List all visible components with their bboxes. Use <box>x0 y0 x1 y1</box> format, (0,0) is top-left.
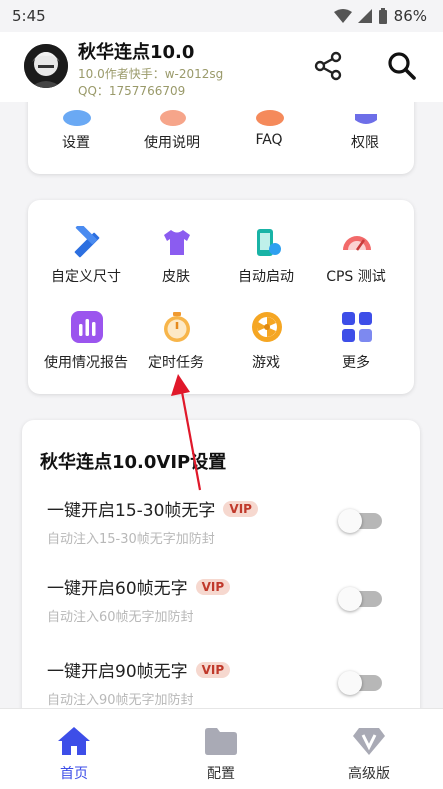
settings-label: 设置 <box>62 135 90 151</box>
scheduled-task-label: 定时任务 <box>148 355 204 371</box>
vip-option-desc: 自动注入15-30帧无字加防封 <box>47 532 215 547</box>
battery-icon <box>378 8 387 24</box>
app-title: 秋华连点10.0 <box>78 42 195 63</box>
stopwatch-icon <box>164 312 190 342</box>
vip-settings-card: 秋华连点10.0VIP设置 一键开启15-30帧无字 VIP 自动注入15-30… <box>22 420 420 740</box>
bar-chart-icon <box>71 311 103 343</box>
ruler-pencil-icon <box>74 226 100 258</box>
vip-option-toggle[interactable] <box>338 509 382 533</box>
custom-size-item[interactable]: 自定义尺寸 <box>38 222 134 288</box>
app-header: 秋华连点10.0 10.0作者快手：w-2012sg QQ：1757766709 <box>0 32 443 102</box>
nav-config[interactable]: 配置 <box>161 709 281 789</box>
tshirt-icon <box>164 230 190 255</box>
avatar-image <box>24 44 68 88</box>
home-icon <box>58 727 90 755</box>
vip-badge: VIP <box>195 661 231 678</box>
custom-size-label: 自定义尺寸 <box>51 269 121 285</box>
skin-item[interactable]: 皮肤 <box>128 222 224 288</box>
usage-report-item[interactable]: 使用情况报告 <box>38 310 134 376</box>
red-arrow-annotation <box>171 374 202 491</box>
author-info: 10.0作者快手：w-2012sg <box>78 67 224 81</box>
permission-label: 权限 <box>351 135 379 151</box>
battery-level: 86% <box>393 7 427 25</box>
faq-label: FAQ <box>255 132 283 148</box>
folder-icon <box>205 728 237 755</box>
vip-option-title: 一键开启60帧无字 VIP <box>47 574 231 599</box>
vip-badge: VIP <box>195 578 231 595</box>
more-label: 更多 <box>342 355 370 371</box>
auto-start-label: 自动启动 <box>238 269 294 285</box>
game-label: 游戏 <box>252 355 280 371</box>
diamond-v-icon <box>353 728 385 755</box>
phone-launch-icon <box>257 229 281 256</box>
status-icons: 86% <box>333 7 427 25</box>
status-time: 5:45 <box>12 7 46 25</box>
usage-report-label: 使用情况报告 <box>44 355 128 371</box>
vip-option-label: 一键开启60帧无字 <box>47 579 188 599</box>
nav-home-label: 首页 <box>60 766 88 782</box>
vip-option-desc: 自动注入90帧无字加防封 <box>47 693 194 708</box>
more-grid-icon <box>342 312 372 342</box>
vip-option-title: 一键开启90帧无字 VIP <box>47 657 231 682</box>
cps-test-label: CPS 测试 <box>326 269 386 285</box>
game-item[interactable]: 游戏 <box>218 310 314 376</box>
search-icon <box>388 52 416 80</box>
status-bar: 5:45 86% <box>0 0 443 32</box>
toggle-knob <box>338 587 362 611</box>
vip-option-label: 一键开启90帧无字 <box>47 662 188 682</box>
signal-icon <box>357 9 372 23</box>
manual-label: 使用说明 <box>144 135 200 151</box>
scheduled-task-item[interactable]: 定时任务 <box>128 310 224 376</box>
vip-option-toggle[interactable] <box>338 671 382 695</box>
bottom-navigation: 首页 配置 高级版 <box>0 708 443 789</box>
nav-home[interactable]: 首页 <box>14 709 134 789</box>
game-wheel-icon <box>252 312 282 342</box>
vip-option-desc: 自动注入60帧无字加防封 <box>47 610 194 625</box>
auto-start-item[interactable]: 自动启动 <box>218 222 314 288</box>
nav-premium[interactable]: 高级版 <box>309 709 429 789</box>
vip-option-toggle[interactable] <box>338 587 382 611</box>
vip-badge: VIP <box>223 500 258 517</box>
toggle-knob <box>338 509 362 533</box>
cps-test-item[interactable]: CPS 测试 <box>308 222 404 288</box>
toggle-knob <box>338 671 362 695</box>
nav-config-label: 配置 <box>207 766 235 782</box>
tools-card: 自定义尺寸 皮肤 自动启动 CPS 测试 使用情况报告 定时任务 游戏 更多 <box>28 200 414 394</box>
nav-premium-label: 高级版 <box>348 766 390 782</box>
vip-option-title: 一键开启15-30帧无字 VIP <box>47 496 258 521</box>
wifi-icon <box>333 9 352 23</box>
avatar[interactable] <box>24 44 68 88</box>
share-button[interactable] <box>312 50 344 82</box>
share-icon <box>314 51 342 81</box>
search-button[interactable] <box>386 50 418 82</box>
speedometer-icon <box>343 236 371 251</box>
vip-option-label: 一键开启15-30帧无字 <box>47 501 216 521</box>
more-item[interactable]: 更多 <box>308 310 404 376</box>
skin-label: 皮肤 <box>162 269 190 285</box>
qq-info: QQ：1757766709 <box>78 84 186 98</box>
